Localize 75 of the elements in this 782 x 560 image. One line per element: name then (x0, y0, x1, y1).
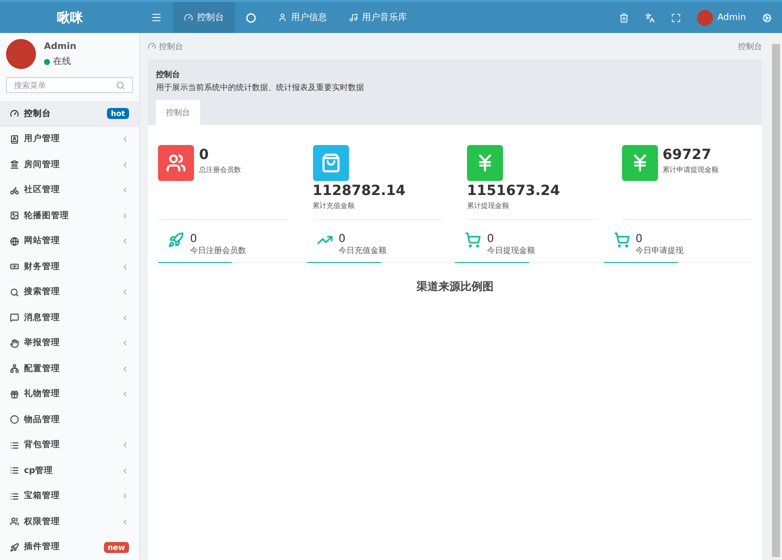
menu-item-icon (10, 211, 19, 220)
menu-item-icon (10, 542, 19, 552)
sidebar-item[interactable]: 配置管理 (0, 356, 139, 382)
breadcrumb-current: 控制台 (738, 40, 762, 52)
sidebar-item[interactable]: 社区管理 (0, 178, 139, 203)
fullscreen-icon[interactable] (671, 12, 682, 22)
today-value: 0 (190, 232, 198, 245)
circle-icon (246, 12, 256, 22)
user-icon (278, 13, 287, 22)
stat-value: 1128782.14 (312, 183, 406, 199)
today-label: 今日注册会员数 (190, 245, 246, 256)
cart-icon (614, 232, 630, 248)
user-menu[interactable]: Admin (697, 10, 746, 26)
cart-icon (465, 232, 481, 248)
menu-item-icon (10, 517, 19, 526)
sidebar-item[interactable]: 权限管理 (0, 509, 139, 534)
breadcrumb: 控制台 (148, 40, 183, 52)
today-label: 今日充值金额 (338, 245, 386, 256)
sidebar-item[interactable]: 宝箱管理 (0, 484, 139, 509)
menu-item-icon (10, 262, 19, 272)
gauge-icon (184, 13, 193, 22)
avatar-icon (697, 10, 714, 26)
today-value: 0 (636, 232, 644, 245)
sidebar-item[interactable]: cp管理 (0, 458, 139, 484)
menu-item-icon (10, 288, 19, 297)
gauge-icon (148, 42, 156, 50)
translate-icon[interactable] (645, 12, 656, 22)
menu-item-icon (10, 440, 19, 450)
trash-icon[interactable] (619, 12, 630, 22)
sidebar-item[interactable]: 用户管理 (0, 126, 139, 152)
avatar-icon (6, 39, 36, 69)
nav-tab[interactable]: 用户音乐库 (338, 2, 418, 33)
sidebar-item[interactable]: 网站管理 (0, 228, 139, 254)
sidebar-item[interactable]: 房间管理 (0, 152, 139, 178)
chart-title: 渠道来源比例图 (416, 279, 494, 294)
menu-item-icon (10, 109, 19, 118)
settings-icon[interactable] (762, 12, 772, 22)
music-icon (349, 13, 358, 22)
menu-item-icon (10, 492, 19, 501)
menu-item-icon (10, 236, 19, 246)
today-label: 今日提现金额 (487, 245, 535, 256)
menu-item-icon (10, 160, 19, 170)
today-value: 0 (487, 232, 495, 245)
sidebar-item[interactable]: 背包管理 (0, 432, 139, 458)
stat-value: 1151673.24 (467, 183, 561, 199)
rocket-icon (168, 232, 184, 248)
status-dot (44, 58, 50, 64)
search-icon (116, 80, 125, 90)
menu-item-icon (10, 415, 19, 424)
sidebar-item[interactable]: 物品管理 (0, 407, 139, 432)
today-label: 今日申请提现 (636, 245, 684, 256)
nav-tab[interactable]: 控制台 (173, 2, 235, 33)
user-name: Admin (44, 42, 76, 52)
stat-value: 0 (199, 147, 210, 163)
menu-item-icon (10, 364, 19, 374)
sidebar-item[interactable]: 财务管理 (0, 254, 139, 280)
menu-item-icon (10, 390, 19, 399)
stat-value: 69727 (662, 147, 712, 163)
menu-item-icon (10, 313, 19, 322)
sidebar-item[interactable]: 消息管理 (0, 305, 139, 330)
sidebar-item[interactable]: 轮播图管理 (0, 203, 139, 228)
sidebar-item[interactable]: 礼物管理 (0, 382, 139, 407)
panel-tab[interactable]: 控制台 (156, 100, 200, 125)
panel-title: 控制台 (156, 69, 181, 80)
nav-tab[interactable]: 用户信息 (267, 2, 338, 33)
menu-item-icon (10, 466, 19, 476)
status-text: 在线 (53, 56, 71, 68)
menu-item-icon (10, 186, 19, 195)
sidebar-item[interactable]: 搜索管理 (0, 280, 139, 305)
menu-item-icon (10, 134, 19, 144)
menu-item-icon (10, 338, 19, 348)
panel-description: 用于展示当前系统中的统计数据、统计报表及重要实时数据 (156, 82, 365, 93)
sidebar-item[interactable]: 举报管理 (0, 330, 139, 356)
menu-icon (151, 12, 162, 23)
today-value: 0 (338, 232, 346, 245)
